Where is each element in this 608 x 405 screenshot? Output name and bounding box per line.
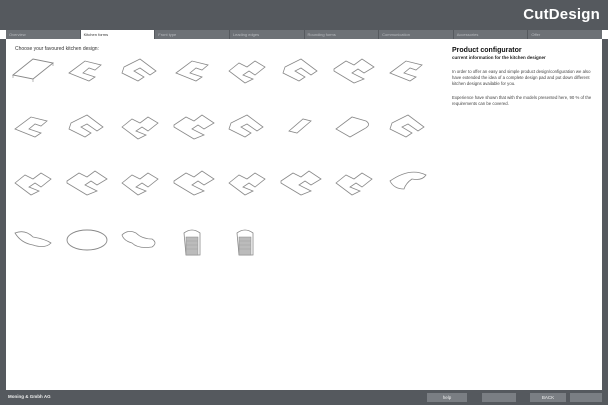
kitchen-design-28[interactable] xyxy=(172,223,216,259)
l-left-design-icon xyxy=(67,60,102,82)
u-design-icon xyxy=(14,172,52,196)
kitchen-design-16[interactable] xyxy=(386,109,430,145)
design-grid xyxy=(11,53,427,283)
u-wide-design-icon xyxy=(173,170,215,196)
page-title: Choose your favoured kitchen design: xyxy=(15,46,99,52)
island-curve-design-icon xyxy=(335,116,369,138)
tab-leading-edges[interactable]: Leading edges xyxy=(229,30,304,39)
info-paragraph-1: In order to offer an easy and simple pro… xyxy=(452,69,591,86)
kitchen-design-1[interactable] xyxy=(11,53,55,89)
kitchen-design-24[interactable] xyxy=(386,165,430,201)
u-design-icon xyxy=(228,172,266,196)
l-right-design-icon xyxy=(68,114,104,138)
help-button[interactable]: help xyxy=(427,393,467,402)
u-design-icon xyxy=(121,116,159,140)
kitchen-design-23[interactable] xyxy=(332,165,376,201)
kitchen-design-14[interactable] xyxy=(279,109,323,145)
u-design-icon xyxy=(228,60,266,84)
l-right-design-icon xyxy=(121,58,157,82)
kitchen-design-26[interactable] xyxy=(65,223,109,259)
tab-bar: Overview Kitchen forms Front type Leading e… xyxy=(6,30,602,39)
kitchen-design-13[interactable] xyxy=(225,109,269,145)
kitchen-design-17[interactable] xyxy=(11,165,55,201)
u-wide-design-icon xyxy=(173,114,215,140)
kitchen-design-11[interactable] xyxy=(118,109,162,145)
app-header: CutDesign xyxy=(0,0,608,30)
info-subtitle: current information for the kitchen desi… xyxy=(452,55,546,60)
kitchen-design-22[interactable] xyxy=(279,165,323,201)
back-button[interactable]: BACK xyxy=(530,393,566,402)
tab-front-type[interactable]: Front type xyxy=(155,30,229,39)
u-wide-design-icon xyxy=(66,170,108,196)
l-right-design-icon xyxy=(282,58,318,82)
kitchen-design-9[interactable] xyxy=(11,109,55,145)
tab-communication[interactable]: Communication xyxy=(379,30,453,39)
info-panel: Product configurator current information… xyxy=(452,47,597,107)
kitchen-design-12[interactable] xyxy=(172,109,216,145)
l-right-design-icon xyxy=(228,114,264,138)
curve-top-design-icon xyxy=(388,171,427,190)
company-name: Moning & Gmbh AG xyxy=(8,394,51,399)
blank-button-2[interactable] xyxy=(570,393,602,402)
info-paragraph-2: Experience have shown that with the mode… xyxy=(452,95,592,107)
u-design-icon xyxy=(335,172,373,196)
l-left-design-icon xyxy=(388,60,423,82)
main-frame: Choose your favoured kitchen design: Pro… xyxy=(0,39,608,390)
ellipse-design-icon xyxy=(66,229,107,251)
curve-left-design-icon xyxy=(14,231,52,247)
kitchen-design-15[interactable] xyxy=(332,109,376,145)
tab-offer[interactable]: Offer xyxy=(528,30,602,39)
l-left-design-icon xyxy=(14,116,48,138)
curve-right-design-icon xyxy=(121,231,156,248)
kitchen-design-7[interactable] xyxy=(332,53,376,89)
block-round-design-icon xyxy=(236,229,254,256)
kitchen-design-25[interactable] xyxy=(11,223,55,259)
kitchen-design-29[interactable] xyxy=(225,223,269,259)
tab-rounding-forms[interactable]: Rounding forms xyxy=(304,30,379,39)
straight-design-icon xyxy=(11,58,55,82)
brand-logo: CutDesign xyxy=(523,6,600,23)
kitchen-design-18[interactable] xyxy=(65,165,109,201)
small-block-design-icon xyxy=(287,118,312,134)
u-wide-design-icon xyxy=(280,170,322,196)
info-title: Product configurator xyxy=(452,47,522,54)
kitchen-design-3[interactable] xyxy=(118,53,162,89)
u-wide-design-icon xyxy=(333,58,375,84)
blank-button-1[interactable] xyxy=(482,393,516,402)
block-round-design-icon xyxy=(183,229,200,256)
l-left-design-icon xyxy=(174,60,209,82)
status-bar: Moning & Gmbh AG help BACK xyxy=(0,390,608,405)
l-right-design-icon xyxy=(389,114,425,138)
kitchen-design-10[interactable] xyxy=(65,109,109,145)
kitchen-design-27[interactable] xyxy=(118,223,162,259)
content-panel: Choose your favoured kitchen design: Pro… xyxy=(6,39,602,390)
kitchen-design-21[interactable] xyxy=(225,165,269,201)
u-design-icon xyxy=(121,172,159,196)
kitchen-design-4[interactable] xyxy=(172,53,216,89)
kitchen-design-8[interactable] xyxy=(386,53,430,89)
kitchen-design-19[interactable] xyxy=(118,165,162,201)
kitchen-design-5[interactable] xyxy=(225,53,269,89)
kitchen-design-2[interactable] xyxy=(65,53,109,89)
tab-accessories[interactable]: Accessories xyxy=(453,30,528,39)
tab-kitchen-forms[interactable]: Kitchen forms xyxy=(80,30,155,39)
tab-overview[interactable]: Overview xyxy=(6,30,80,39)
kitchen-design-6[interactable] xyxy=(279,53,323,89)
kitchen-design-20[interactable] xyxy=(172,165,216,201)
